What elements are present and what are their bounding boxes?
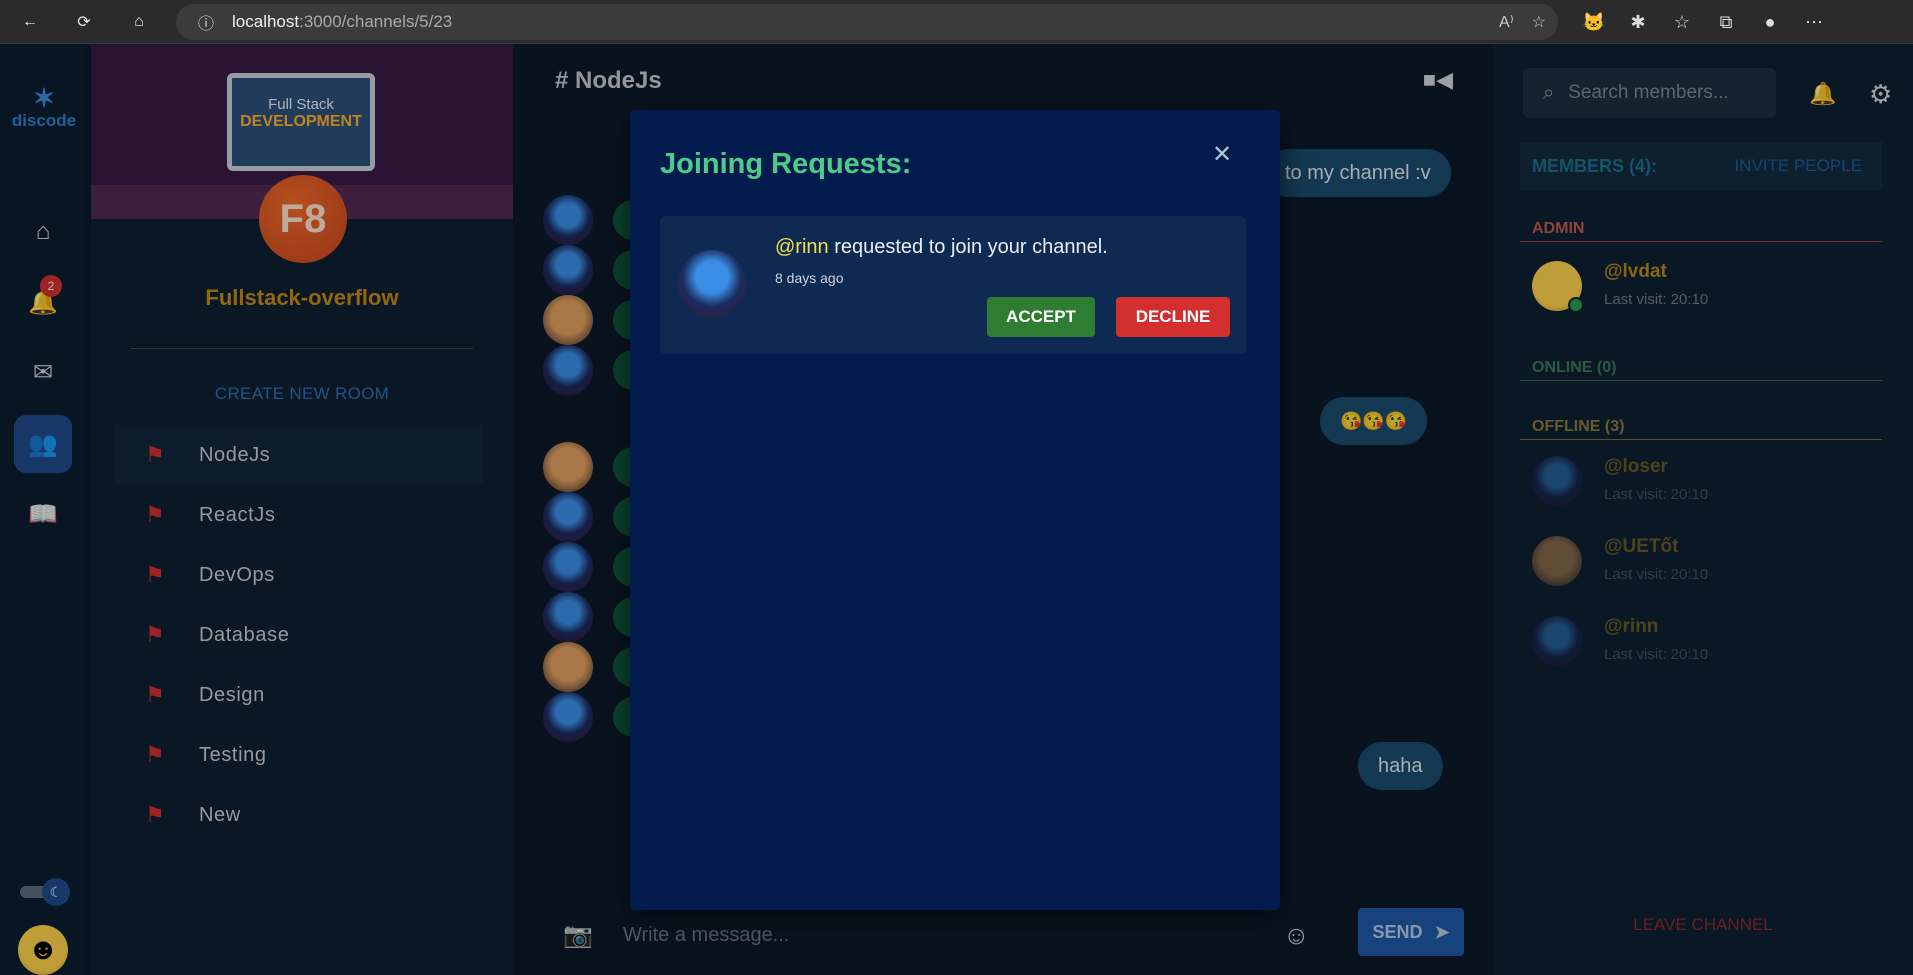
request-message: requested to join your channel. xyxy=(828,236,1108,258)
extension-icon[interactable]: 🐱 xyxy=(1572,12,1616,33)
request-text: @rinn requested to join your channel. xyxy=(775,236,1108,259)
requester-avatar xyxy=(678,250,746,318)
read-aloud-icon[interactable]: A⁾ xyxy=(1499,12,1514,32)
close-icon[interactable]: ✕ xyxy=(1200,132,1244,176)
address-bar[interactable]: ⓘ localhost:3000/channels/5/23 A⁾ ☆ xyxy=(176,4,1558,40)
back-icon[interactable]: ← xyxy=(8,0,52,44)
profile-icon[interactable]: ● xyxy=(1748,12,1792,33)
joining-requests-modal: Joining Requests: ✕ @rinn requested to j… xyxy=(630,110,1280,910)
site-info-icon[interactable]: ⓘ xyxy=(198,10,214,34)
decline-button[interactable]: DECLINE xyxy=(1116,297,1230,337)
home-icon[interactable]: ⌂ xyxy=(117,0,161,44)
refresh-icon[interactable]: ⟳ xyxy=(62,0,106,44)
request-time: 8 days ago xyxy=(775,270,844,286)
accept-button[interactable]: ACCEPT xyxy=(987,297,1095,337)
favorites-icon[interactable]: ☆ xyxy=(1660,12,1704,33)
modal-title: Joining Requests: xyxy=(660,148,912,180)
requester-username[interactable]: @rinn xyxy=(775,236,829,258)
url-text: localhost:3000/channels/5/23 xyxy=(232,12,453,31)
collections-icon[interactable]: ⧉ xyxy=(1704,12,1748,33)
extensions-icon[interactable]: ✱ xyxy=(1616,12,1660,33)
add-favorite-icon[interactable]: ☆ xyxy=(1532,12,1546,32)
join-request-card: @rinn requested to join your channel. 8 … xyxy=(660,216,1246,354)
more-icon[interactable]: ⋯ xyxy=(1792,12,1836,33)
browser-toolbar: ← ⟳ ⌂ ⓘ localhost:3000/channels/5/23 A⁾ … xyxy=(0,0,1913,44)
